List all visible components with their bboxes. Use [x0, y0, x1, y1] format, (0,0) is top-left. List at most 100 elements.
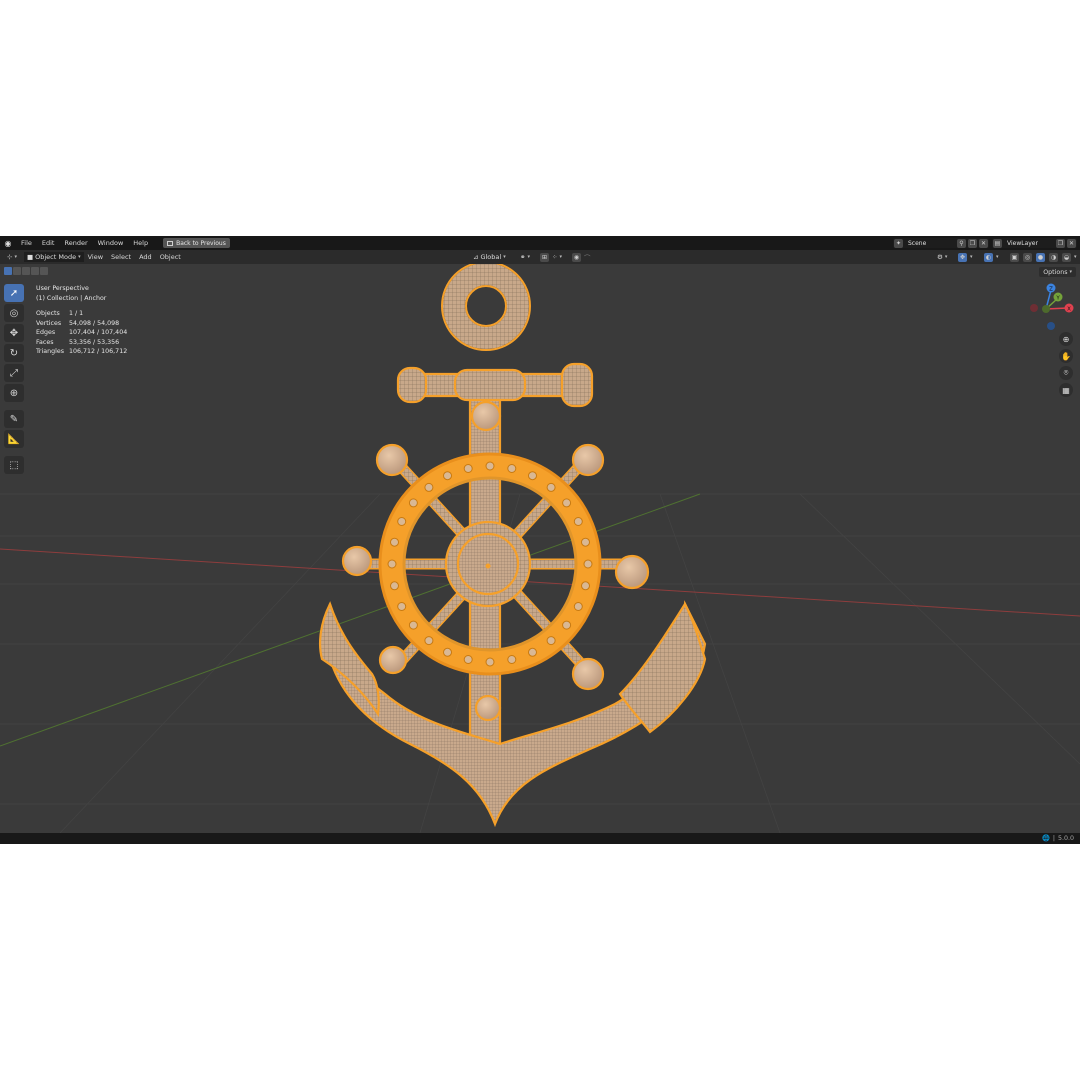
gizmo-x-label: X: [1067, 306, 1071, 312]
rim-stud: [390, 537, 399, 547]
mode-label: Object Mode: [35, 253, 77, 261]
rim-stud: [562, 498, 572, 508]
back-to-previous-button[interactable]: Back to Previous: [163, 238, 230, 248]
rendered-shading-icon[interactable]: ◒: [1062, 252, 1071, 262]
rotate-icon[interactable]: ↻: [4, 344, 24, 362]
snap-toggle-icon[interactable]: ⊞: [540, 252, 549, 262]
transform-icon[interactable]: ⊕: [4, 384, 24, 402]
shading-modes[interactable]: ▣ ◎ ● ◑ ◒ ▾: [1006, 252, 1080, 262]
scene-name-field[interactable]: Scene: [904, 240, 956, 247]
menu-edit[interactable]: Edit: [37, 236, 60, 250]
gizmo-toggle-icon[interactable]: ✥: [958, 252, 967, 262]
delete-viewlayer-icon[interactable]: ✕: [1067, 238, 1076, 248]
scene-selector[interactable]: ✦ Scene ⚲ ❐ ✕: [893, 238, 989, 248]
stat-triangles: Triangles 106,712 / 106,712: [36, 347, 127, 357]
header-select-menu[interactable]: Select: [107, 253, 135, 261]
select-subtract-icon[interactable]: [22, 267, 30, 275]
rim-stud: [408, 620, 418, 630]
object-origin: [485, 563, 491, 569]
stat-label: Edges: [36, 329, 56, 336]
transform-orientation-dropdown[interactable]: ⊿ Global ▾: [470, 252, 509, 262]
select-box-icon[interactable]: ➚: [4, 284, 24, 302]
delete-scene-icon[interactable]: ✕: [979, 238, 988, 248]
proportional-edit-icon[interactable]: ◉: [572, 252, 581, 262]
move-icon[interactable]: ✥: [4, 324, 24, 342]
camera-icon[interactable]: ⌾: [1059, 366, 1073, 380]
menu-window[interactable]: Window: [93, 236, 129, 250]
gizmo-z-label: Z: [1049, 286, 1053, 292]
select-new-icon[interactable]: [4, 267, 12, 275]
editor-type-dropdown[interactable]: ⊹ ▾: [4, 252, 20, 262]
viewlayer-name-field[interactable]: ViewLayer: [1003, 240, 1055, 247]
rim-stud: [463, 655, 473, 664]
material-shading-icon[interactable]: ◑: [1049, 252, 1058, 262]
proportional-controls[interactable]: ◉ ⌒: [568, 252, 594, 262]
select-extend-icon[interactable]: [13, 267, 21, 275]
stat-vertices: Vertices 54,098 / 54,098: [36, 319, 127, 329]
chevron-down-icon: ▾: [527, 254, 530, 260]
chevron-down-icon: ▾: [970, 254, 973, 260]
new-viewlayer-icon[interactable]: ❐: [1056, 238, 1065, 248]
grid-ortho-icon[interactable]: ▦: [1059, 383, 1073, 397]
solid-shading-icon[interactable]: ●: [1036, 252, 1045, 262]
xray-icon[interactable]: ▣: [1010, 252, 1019, 262]
pan-hand-icon[interactable]: ✋: [1059, 349, 1073, 363]
header-view-menu[interactable]: View: [84, 253, 107, 261]
options-dropdown[interactable]: Options ▾: [1039, 267, 1076, 277]
wireframe-shading-icon[interactable]: ◎: [1023, 252, 1032, 262]
gizmo-dropdown[interactable]: ✥ ▾: [954, 252, 976, 262]
viewport-nav-controls: ⊕ ✋ ⌾ ▦: [1059, 332, 1073, 397]
snap-target-icon: ⁘: [552, 253, 558, 261]
snap-controls[interactable]: ⊞ ⁘ ▾: [536, 252, 565, 262]
options-label: Options: [1043, 268, 1068, 276]
menu-render[interactable]: Render: [59, 236, 92, 250]
header-add-menu[interactable]: Add: [135, 253, 156, 261]
new-scene-icon[interactable]: ❐: [968, 238, 977, 248]
measure-icon[interactable]: 📐: [4, 430, 24, 448]
header-object-menu[interactable]: Object: [156, 253, 185, 261]
chevron-down-icon: ▾: [503, 254, 506, 260]
wheel-handle-bottom-left: [378, 645, 408, 675]
overlay-dropdown[interactable]: ◐ ▾: [980, 252, 1002, 262]
select-intersect-icon[interactable]: [40, 267, 48, 275]
navigation-gizmo[interactable]: Z X Y: [1030, 283, 1074, 331]
chevron-down-icon: ▾: [1074, 254, 1077, 260]
pin-icon[interactable]: ⚲: [957, 238, 966, 248]
orientation-label: Global: [480, 253, 502, 261]
3d-viewport[interactable]: Z X Y: [0, 264, 1080, 833]
visibility-dropdown[interactable]: ⚙ ▾: [934, 252, 951, 262]
gizmo-neg-y-handle[interactable]: [1042, 305, 1050, 313]
rim-stud: [443, 471, 452, 481]
anchor-model[interactable]: [319, 264, 707, 828]
blender-logo-icon[interactable]: ◉: [3, 238, 13, 248]
zoom-icon[interactable]: ⊕: [1059, 332, 1073, 346]
editor-type-icon: ⊹: [7, 253, 13, 261]
gizmo-neg-x-handle[interactable]: [1030, 304, 1038, 312]
pivot-dropdown[interactable]: ⚭ ▾: [517, 252, 533, 262]
menu-file[interactable]: File: [16, 236, 37, 250]
menu-help[interactable]: Help: [128, 236, 153, 250]
anchor-ring: [443, 264, 529, 349]
scale-icon[interactable]: ⤢: [4, 364, 24, 382]
viewlayer-selector[interactable]: ▤ ViewLayer ❐ ✕: [992, 238, 1077, 248]
rim-stud: [443, 647, 452, 657]
stat-label: Triangles: [36, 348, 65, 355]
object-mode-icon: ■: [26, 253, 34, 261]
stat-faces: Faces 53,356 / 53,356: [36, 338, 127, 348]
anchor-ring-outline-inner: [465, 285, 507, 327]
cursor-icon[interactable]: ◎: [4, 304, 24, 322]
overlays-icon[interactable]: ◐: [984, 252, 993, 262]
rim-stud: [424, 636, 434, 646]
select-invert-icon[interactable]: [31, 267, 39, 275]
add-cube-icon[interactable]: ⬚: [4, 456, 24, 474]
chevron-down-icon: ▾: [944, 254, 948, 260]
version-label: 5.0.0: [1057, 835, 1074, 842]
scene-icon: ✦: [894, 238, 903, 248]
rim-stud: [507, 655, 517, 664]
gizmo-neg-z-handle[interactable]: [1047, 322, 1055, 330]
stat-label: Objects: [36, 310, 60, 317]
annotate-icon[interactable]: ✎: [4, 410, 24, 428]
mode-dropdown[interactable]: ■ Object Mode ▾: [23, 252, 84, 262]
rim-stud: [485, 657, 495, 667]
viewport-header: ⊹ ▾ ■ Object Mode ▾ View Select Add Objec…: [0, 250, 1080, 264]
